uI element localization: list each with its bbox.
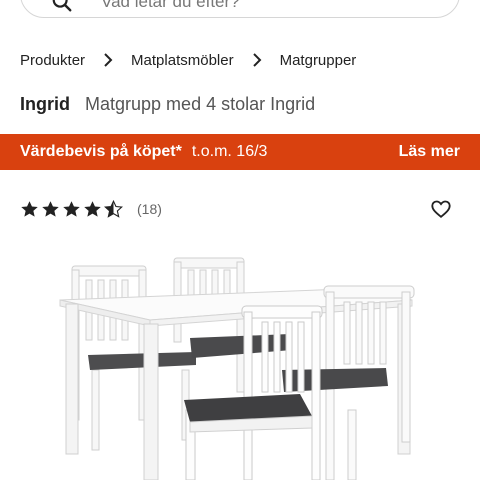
search-icon (52, 0, 72, 12)
breadcrumb-item-produkter[interactable]: Produkter (20, 52, 85, 69)
search-input[interactable]: Vad letar du efter? (101, 0, 240, 12)
dining-set-illustration (59, 257, 415, 480)
star-half-icon (104, 199, 123, 218)
search-bar[interactable]: Vad letar du efter? (20, 0, 460, 18)
read-more-link[interactable]: Läs mer (399, 143, 460, 161)
product-image[interactable] (0, 240, 480, 480)
chevron-right-icon (244, 53, 270, 67)
promo-date: t.o.m. 16/3 (191, 143, 268, 160)
breadcrumb-item-matplatsmobler[interactable]: Matplatsmöbler (131, 52, 234, 69)
rating-row: (18) (20, 198, 460, 220)
promo-title: Värdebevis på köpet* (20, 143, 182, 160)
review-count[interactable]: (18) (137, 201, 162, 217)
chevron-right-icon (95, 53, 121, 67)
breadcrumb: Produkter Matplatsmöbler Matgrupper (20, 50, 356, 70)
star-icon (84, 200, 101, 217)
star-icon (21, 200, 38, 217)
product-name: Matgrupp med 4 stolar Ingrid (85, 94, 316, 114)
star-icon (42, 200, 59, 217)
page-title: Ingrid Matgrupp med 4 stolar Ingrid (20, 94, 315, 115)
breadcrumb-item-matgrupper[interactable]: Matgrupper (280, 52, 357, 69)
star-icon (63, 200, 80, 217)
product-brand: Ingrid (20, 94, 70, 114)
heart-outline-icon[interactable] (430, 198, 452, 220)
promo-banner[interactable]: Värdebevis på köpet* t.o.m. 16/3 Läs mer (0, 134, 480, 170)
star-rating[interactable] (20, 199, 125, 219)
